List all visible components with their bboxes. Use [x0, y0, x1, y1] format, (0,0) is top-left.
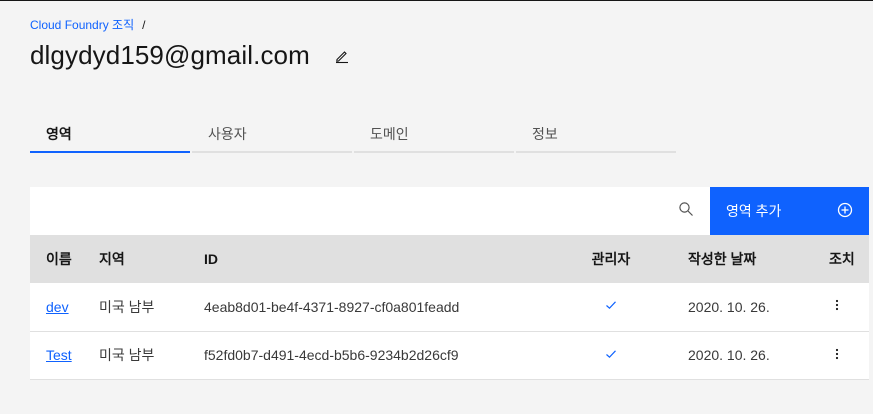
header-region[interactable]: 지역: [99, 235, 204, 283]
spaces-panel: 영역 추가 이름 지역 ID 관리자 작성한 날짜 조치 dev 미국 남부 4…: [30, 187, 869, 380]
add-space-label: 영역 추가: [726, 203, 782, 219]
tab-label: 영역: [46, 125, 72, 142]
search-button[interactable]: [662, 187, 710, 235]
tab-users[interactable]: 사용자: [192, 116, 352, 153]
overflow-menu-icon[interactable]: [829, 297, 845, 313]
space-region: 미국 남부: [99, 298, 155, 315]
title-row: dlgydyd159@gmail.com: [30, 40, 350, 71]
tab-label: 사용자: [208, 125, 247, 142]
overflow-menu-icon[interactable]: [829, 346, 845, 362]
tab-spaces[interactable]: 영역: [30, 116, 190, 153]
space-link[interactable]: dev: [46, 299, 69, 315]
space-created: 2020. 10. 26.: [688, 347, 770, 363]
tab-list: 영역 사용자 도메인 정보: [30, 116, 678, 153]
search-icon: [678, 201, 694, 222]
header-action: 조치: [829, 251, 855, 267]
space-id: f52fd0b7-d491-4ecd-b5b6-9234b2d26cf9: [204, 347, 459, 363]
header-manager[interactable]: 관리자: [564, 235, 658, 283]
tab-label: 정보: [532, 125, 558, 142]
breadcrumb-link-cloud-foundry[interactable]: Cloud Foundry 조직: [30, 16, 134, 33]
checkmark-icon: [603, 297, 619, 313]
breadcrumb-separator: /: [142, 17, 146, 32]
space-id: 4eab8d01-be4f-4371-8927-cf0a801feadd: [204, 298, 460, 315]
header-name[interactable]: 이름: [30, 235, 99, 283]
breadcrumb: Cloud Foundry 조직 /: [30, 16, 145, 33]
table-row: Test 미국 남부 f52fd0b7-d491-4ecd-b5b6-9234b…: [30, 331, 869, 379]
checkmark-icon: [603, 346, 619, 362]
page-title: dlgydyd159@gmail.com: [30, 40, 310, 70]
table-toolbar: 영역 추가: [30, 187, 869, 235]
tab-domains[interactable]: 도메인: [354, 116, 514, 153]
header-created[interactable]: 작성한 날짜: [658, 235, 827, 283]
space-created: 2020. 10. 26.: [688, 298, 770, 315]
header-id[interactable]: ID: [204, 235, 564, 283]
table-header-row: 이름 지역 ID 관리자 작성한 날짜 조치: [30, 235, 869, 283]
space-link[interactable]: Test: [46, 347, 72, 363]
space-region: 미국 남부: [99, 347, 155, 363]
edit-icon[interactable]: [334, 48, 350, 64]
tab-info[interactable]: 정보: [516, 116, 676, 153]
tab-label: 도메인: [370, 125, 409, 142]
add-circle-icon: [837, 202, 853, 221]
table-row: dev 미국 남부 4eab8d01-be4f-4371-8927-cf0a80…: [30, 283, 869, 331]
spaces-table: 이름 지역 ID 관리자 작성한 날짜 조치 dev 미국 남부 4eab8d0…: [30, 235, 869, 380]
top-border: [0, 0, 873, 1]
add-space-button[interactable]: 영역 추가: [710, 187, 869, 235]
